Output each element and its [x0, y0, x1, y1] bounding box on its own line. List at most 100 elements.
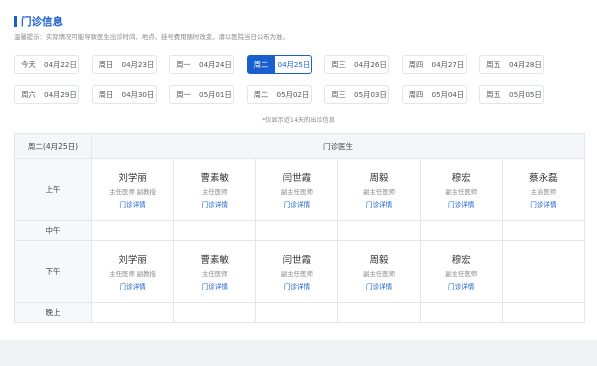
date-day: 05月04日 [431, 89, 465, 99]
clinic-detail-link[interactable]: 门诊详情 [256, 281, 337, 291]
date-weekday: 周四 [408, 59, 424, 69]
doctor-cell: 曹素敏主任医师门诊详情 [173, 240, 257, 303]
table-row-morning: 上午 刘学丽 主任医师 副教授 门诊详情 曹素敏 主任医师 门诊详情 闫世霞 副主任医师门… [14, 158, 586, 221]
date-chip[interactable]: 今天 04月22日 [14, 55, 79, 74]
date-chip[interactable]: 周一 05月01日 [169, 85, 234, 104]
section-title: 门诊信息 [14, 14, 63, 28]
slot-label: 下午 [14, 240, 92, 303]
table-header-row: 周二(4月25日) 门诊医生 [14, 133, 585, 159]
doctor-name: 曹素敏 [200, 255, 229, 266]
doctor-title: 主任医师 [201, 188, 228, 196]
doctor-name: 周毅 [369, 255, 389, 266]
date-chip[interactable]: 周五 04月28日 [479, 55, 544, 74]
doctor-cell: 穆宏 副主任医师 门诊详情 [419, 240, 503, 303]
clinic-detail-link[interactable]: 门诊详情 [503, 199, 584, 209]
empty-cell [173, 302, 257, 323]
date-chip[interactable]: 周日 04月30日 [91, 85, 157, 104]
day-header: 周二(4月25日) [14, 133, 92, 159]
empty-cell [501, 240, 586, 303]
date-row-1: 今天 04月22日 周日 04月23日 周一 04月24日 周二 04月25日 周三 04… [14, 55, 557, 74]
clinic-detail-link[interactable]: 门诊详情 [421, 199, 502, 209]
clinic-detail-link[interactable]: 门诊详情 [174, 281, 255, 291]
table-row-noon: 中午 [14, 220, 586, 241]
date-weekday: 周三 [331, 59, 346, 69]
date-weekday: 周一 [176, 89, 191, 99]
date-weekday: 周一 [176, 59, 191, 69]
date-weekday: 周五 [486, 89, 501, 99]
empty-cell [90, 302, 175, 323]
doctor-title: 副主任医师 [363, 270, 396, 278]
date-chip[interactable]: 周四 05月04日 [401, 85, 467, 104]
date-day: 04月30日 [121, 89, 155, 99]
date-chip[interactable]: 周二 05月02日 [246, 85, 312, 104]
table-row-evening: 晚上 [14, 302, 586, 323]
doctor-cell: 刘学丽 主任医师 副教授 门诊详情 [90, 240, 175, 303]
date-weekday: 今天 [21, 59, 36, 69]
clinic-detail-link[interactable]: 门诊详情 [174, 199, 255, 209]
date-weekday: 周二 [253, 59, 269, 69]
empty-cell [419, 220, 503, 241]
doctors-header: 门诊医生 [91, 133, 585, 159]
date-weekday: 周二 [253, 89, 269, 99]
date-chip[interactable]: 周三 05月03日 [324, 85, 389, 104]
empty-cell [337, 220, 421, 241]
date-weekday: 周日 [98, 59, 114, 69]
date-day: 05月03日 [354, 89, 387, 99]
slot-label: 晚上 [14, 302, 92, 323]
clinic-detail-link[interactable]: 门诊详情 [256, 199, 337, 209]
doctor-title: 副主任医师 [445, 188, 478, 196]
date-row-2: 周六 04月29日 周日 04月30日 周一 05月01日 周二 05月02日 周三 05… [14, 85, 557, 104]
clinic-detail-link[interactable]: 门诊详情 [92, 281, 173, 291]
date-day: 04月27日 [431, 59, 465, 69]
date-day: 04月25日 [274, 56, 311, 73]
slot-label: 上午 [14, 158, 92, 221]
doctor-name: 穆宏 [451, 255, 471, 266]
doctor-name: 刘学丽 [118, 173, 147, 184]
date-weekday: 周四 [408, 89, 424, 99]
empty-cell [501, 220, 586, 241]
empty-cell [419, 302, 503, 323]
slot-label: 中午 [14, 220, 92, 241]
clinic-detail-link[interactable]: 门诊详情 [338, 281, 419, 291]
date-chip[interactable]: 周一 04月24日 [169, 55, 234, 74]
doctor-title: 主任医师 [201, 270, 228, 278]
date-day: 04月29日 [44, 89, 77, 99]
date-day: 04月23日 [121, 59, 155, 69]
doctor-cell: 刘学丽 主任医师 副教授 门诊详情 [90, 158, 175, 221]
doctor-name: 闫世霞 [282, 255, 312, 266]
doctor-name: 穆宏 [451, 173, 471, 184]
schedule-table: 周二(4月25日) 门诊医生 上午 刘学丽 主任医师 副教授 门诊详情 曹素敏 主任医… [14, 133, 586, 323]
title-accent-bar [14, 15, 17, 27]
doctor-cell: 曹素敏主任医师门诊详情 [173, 158, 257, 221]
empty-cell [501, 302, 586, 323]
clinic-detail-link[interactable]: 门诊详情 [92, 199, 173, 209]
date-chip[interactable]: 周六 04月29日 [14, 85, 79, 104]
doctor-cell: 闫世霞 副主任医师 门诊详情 [255, 158, 339, 221]
doctor-cell: 闫世霞副主任医师门诊详情 [255, 240, 339, 303]
date-weekday: 周六 [21, 89, 36, 99]
page-title: 门诊信息 [21, 15, 63, 28]
doctor-name: 周毅 [369, 173, 389, 184]
doctor-name: 曹素敏 [200, 173, 229, 184]
date-chip[interactable]: 周日 04月23日 [91, 55, 157, 74]
date-weekday: 周日 [98, 89, 114, 99]
table-row-afternoon: 下午 刘学丽 主任医师 副教授 门诊详情 曹素敏主任医师门诊详情 闫世霞副主任医师门… [14, 240, 586, 303]
date-day: 05月05日 [509, 89, 542, 99]
doctor-name: 刘学丽 [118, 255, 147, 266]
doctor-cell: 周毅副主任医师门诊详情 [337, 240, 421, 303]
doctor-name: 蔡永磊 [529, 173, 558, 184]
doctor-cell: 穆宏副主任医师门诊详情 [419, 158, 503, 221]
doctor-title: 副主任医师 [280, 188, 313, 196]
doctor-title: 副主任医师 [280, 270, 313, 278]
date-chip[interactable]: 周五 05月05日 [479, 85, 544, 104]
date-chip-selected[interactable]: 周二 04月25日 [246, 55, 312, 74]
empty-cell [173, 220, 257, 241]
date-weekday: 周五 [486, 59, 501, 69]
date-chip[interactable]: 周三 04月26日 [324, 55, 389, 74]
date-chip[interactable]: 周四 04月27日 [401, 55, 467, 74]
date-day: 05月02日 [276, 89, 310, 99]
clinic-detail-link[interactable]: 门诊详情 [421, 281, 502, 291]
date-day: 04月28日 [509, 59, 542, 69]
doctor-cell: 周毅 副主任医师 门诊详情 [337, 158, 421, 221]
clinic-detail-link[interactable]: 门诊详情 [338, 199, 419, 209]
